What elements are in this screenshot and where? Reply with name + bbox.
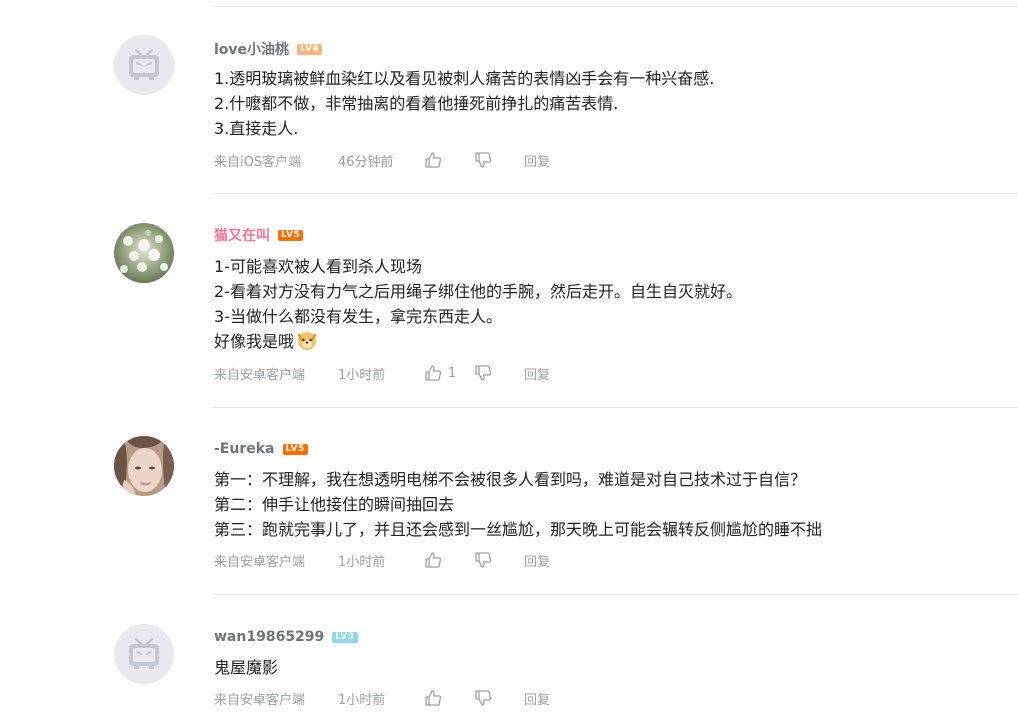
reply-button[interactable]: 回复 [524, 551, 550, 570]
dislike-button[interactable] [474, 689, 524, 707]
dislike-button[interactable] [474, 151, 524, 169]
thumbs-up-icon [424, 551, 442, 569]
level-badge: LV5 [278, 229, 304, 241]
level-badge: LV4 [297, 43, 323, 55]
level-badge: LV3 [332, 631, 358, 643]
reply-button[interactable]: 回复 [524, 364, 550, 383]
username[interactable]: love小油桃 [214, 39, 289, 59]
username[interactable]: -Eureka [214, 441, 275, 457]
timestamp: 1小时前 [338, 692, 386, 708]
comment-line: 3-当做什么都没有发生，拿完东西走人。 [214, 307, 502, 326]
comment-line: 好像我是哦 [214, 332, 295, 351]
like-button[interactable] [424, 689, 474, 707]
doge-emoji-icon [296, 329, 318, 358]
comment-line: 第三：跑就完事儿了，并且还会感到一丝尴尬，那天晚上可能会辗转反侧尴尬的睡不拙 [214, 520, 823, 539]
comment-line: 1-可能喜欢被人看到杀人现场 [214, 257, 422, 276]
comment-meta: 来自iOS客户端 46分钟前 回复 [214, 150, 550, 170]
thumbs-up-icon [424, 364, 442, 382]
like-button[interactable]: 1 [424, 364, 474, 382]
bilibili-tv-icon [114, 624, 174, 684]
avatar[interactable] [114, 223, 174, 283]
avatar[interactable] [114, 436, 174, 496]
comment-line: 2.什嚒都不做，非常抽离的看着他捶死前挣扎的痛苦表情. [214, 94, 619, 113]
comment-text: 1.透明玻璃被鲜血染红以及看见被刺人痛苦的表情凶手会有一种兴奋感. 2.什嚒都不… [214, 66, 714, 141]
comment-meta: 来自安卓客户端 1小时前 回复 [214, 688, 550, 708]
divider [213, 193, 1018, 194]
comment-line: 第一：不理解，我在想透明电梯不会被很多人看到吗，难道是对自己技术过于自信？ [214, 470, 807, 489]
flowers-photo [114, 223, 174, 283]
timestamp: 1小时前 [338, 367, 386, 383]
client-source: 来自安卓客户端 [214, 367, 306, 383]
client-source: 来自安卓客户端 [214, 554, 306, 570]
thumbs-down-icon [474, 689, 492, 707]
like-button[interactable] [424, 551, 474, 569]
comment-line: 3.直接走人. [214, 119, 299, 138]
comment-meta: 来自安卓客户端 1小时前 回复 [214, 550, 550, 570]
bilibili-tv-icon [114, 35, 174, 95]
thumbs-down-icon [474, 364, 492, 382]
avatar[interactable] [114, 624, 174, 684]
dislike-button[interactable] [474, 364, 524, 382]
divider [213, 407, 1018, 408]
comment-line: 2-看着对方没有力气之后用绳子绑住他的手腕，然后走开。自生自灭就好。 [214, 282, 742, 301]
comment-text: 鬼屋魔影 [214, 655, 278, 680]
avatar[interactable] [114, 35, 174, 95]
thumbs-up-icon [424, 151, 442, 169]
reply-button[interactable]: 回复 [524, 689, 550, 708]
client-source: 来自iOS客户端 [214, 154, 302, 170]
username[interactable]: wan19865299 [214, 629, 324, 645]
comment-line: 第二：伸手让他接住的瞬间抽回去 [214, 495, 455, 514]
comment-line: 1.透明玻璃被鲜血染红以及看见被刺人痛苦的表情凶手会有一种兴奋感. [214, 69, 715, 88]
divider [213, 6, 1018, 7]
thumbs-up-icon [424, 689, 442, 707]
comment-meta: 来自安卓客户端 1小时前 1 回复 [214, 363, 550, 383]
username[interactable]: 猫又在叫 [214, 225, 270, 245]
level-badge: LV5 [282, 443, 308, 455]
comment-text: 1-可能喜欢被人看到杀人现场 2-看着对方没有力气之后用绳子绑住他的手腕，然后走… [214, 254, 742, 354]
comment-text: 第一：不理解，我在想透明电梯不会被很多人看到吗，难道是对自己技术过于自信？ 第二… [214, 467, 822, 542]
timestamp: 1小时前 [338, 554, 386, 570]
client-source: 来自安卓客户端 [214, 692, 306, 708]
dislike-button[interactable] [474, 551, 524, 569]
comment-line: 鬼屋魔影 [214, 658, 279, 677]
like-count: 1 [448, 365, 457, 381]
girl-photo [114, 436, 174, 496]
thumbs-down-icon [474, 151, 492, 169]
thumbs-down-icon [474, 551, 492, 569]
timestamp: 46分钟前 [338, 154, 394, 170]
like-button[interactable] [424, 151, 474, 169]
reply-button[interactable]: 回复 [524, 151, 550, 170]
divider [213, 594, 1018, 595]
